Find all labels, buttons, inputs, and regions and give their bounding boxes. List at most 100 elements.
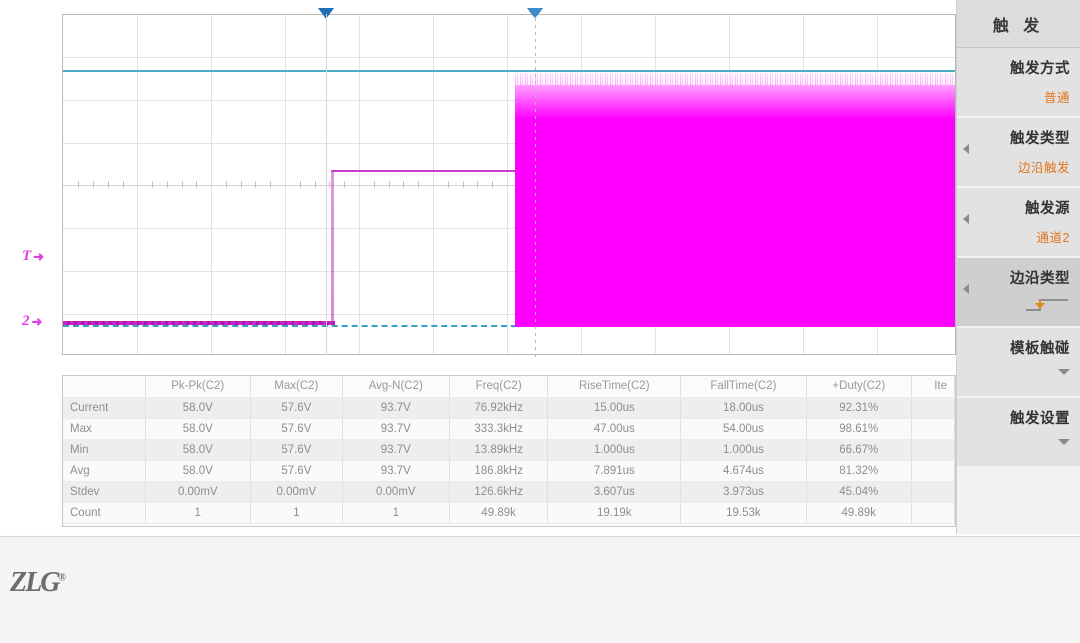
axis-tick bbox=[152, 181, 153, 188]
cell: 58.0V bbox=[145, 439, 251, 460]
waveform-trace-mid bbox=[331, 170, 517, 172]
row-label: Min bbox=[63, 439, 145, 460]
menu-item-edge-type[interactable]: 边沿类型 bbox=[957, 258, 1080, 328]
chevron-left-icon bbox=[963, 214, 969, 224]
oscilloscope-screen: T ➜ 2 ➜ Pk-Pk(C2) Max(C2) Avg-N(C2) Freq… bbox=[0, 0, 1080, 643]
trigger-level-marker[interactable]: T ➜ bbox=[22, 248, 44, 265]
sidebar-title: 触 发 bbox=[957, 0, 1080, 48]
brand-logo: ZLG® bbox=[6, 551, 68, 615]
table-row[interactable]: Max 58.0V 57.6V 93.7V 333.3kHz 47.00us 5… bbox=[63, 418, 955, 439]
table-row[interactable]: Avg 58.0V 57.6V 93.7V 186.8kHz 7.891us 4… bbox=[63, 460, 955, 481]
cell: 126.6kHz bbox=[449, 481, 548, 502]
menu-item-value: 普通 bbox=[1044, 87, 1070, 106]
axis-tick bbox=[403, 181, 404, 188]
axis-tick bbox=[241, 181, 242, 188]
table-row[interactable]: Count 1 1 1 49.89k 19.19k 19.53k 49.89k bbox=[63, 502, 955, 523]
chevron-down-icon bbox=[1058, 369, 1070, 375]
cell: 81.32% bbox=[806, 460, 911, 481]
axis-tick bbox=[226, 181, 227, 188]
cell: 93.7V bbox=[342, 418, 449, 439]
waveform-display-area[interactable]: T ➜ 2 ➜ Pk-Pk(C2) Max(C2) Avg-N(C2) Freq… bbox=[0, 0, 956, 534]
marker-bar[interactable] bbox=[62, 8, 956, 18]
cell: 57.6V bbox=[251, 397, 343, 418]
axis-tick bbox=[389, 181, 390, 188]
arrow-right-icon: ➜ bbox=[33, 249, 44, 265]
trigger-level-line[interactable] bbox=[63, 70, 955, 72]
gridline-h bbox=[63, 57, 955, 58]
table-row[interactable]: Min 58.0V 57.6V 93.7V 13.89kHz 1.000us 1… bbox=[63, 439, 955, 460]
trigger-menu-sidebar[interactable]: 触 发 触发方式 普通 触发类型 边沿触发 触发源 通道2 边沿类型 bbox=[956, 0, 1080, 534]
col-header bbox=[63, 376, 145, 397]
col-header: Ite bbox=[911, 376, 954, 397]
cell: 1.000us bbox=[548, 439, 681, 460]
cell: 1 bbox=[342, 502, 449, 523]
cell: 7.891us bbox=[548, 460, 681, 481]
menu-item-label: 模板触碰 bbox=[1010, 337, 1070, 358]
menu-item-label: 触发方式 bbox=[1010, 57, 1070, 78]
row-label: Stdev bbox=[63, 481, 145, 502]
cell: 3.607us bbox=[548, 481, 681, 502]
col-header: Freq(C2) bbox=[449, 376, 548, 397]
col-header: +Duty(C2) bbox=[806, 376, 911, 397]
cell bbox=[911, 439, 954, 460]
menu-item-value: 边沿触发 bbox=[1018, 157, 1070, 176]
registered-mark-icon: ® bbox=[58, 573, 63, 584]
channel2-ground-marker[interactable]: 2 ➜ bbox=[22, 313, 42, 330]
cell: 66.67% bbox=[806, 439, 911, 460]
cell: 57.6V bbox=[251, 439, 343, 460]
row-label: Max bbox=[63, 418, 145, 439]
table-header-row: Pk-Pk(C2) Max(C2) Avg-N(C2) Freq(C2) Ris… bbox=[63, 376, 955, 397]
logo-text: ZLG bbox=[10, 567, 58, 598]
waveform-trace-low bbox=[63, 321, 335, 325]
row-label: Count bbox=[63, 502, 145, 523]
cell: 333.3kHz bbox=[449, 418, 548, 439]
menu-item-trigger-settings[interactable]: 触发设置 bbox=[957, 398, 1080, 468]
axis-tick bbox=[270, 181, 271, 188]
table-row[interactable]: Stdev 0.00mV 0.00mV 0.00mV 126.6kHz 3.60… bbox=[63, 481, 955, 502]
cell: 13.89kHz bbox=[449, 439, 548, 460]
axis-tick bbox=[448, 181, 449, 188]
cell: 57.6V bbox=[251, 418, 343, 439]
cell: 15.00us bbox=[548, 397, 681, 418]
axis-tick bbox=[123, 181, 124, 188]
menu-item-trigger-type[interactable]: 触发类型 边沿触发 bbox=[957, 118, 1080, 188]
rising-edge-icon bbox=[1024, 296, 1070, 319]
cell: 58.0V bbox=[145, 418, 251, 439]
cell: 76.92kHz bbox=[449, 397, 548, 418]
cell: 18.00us bbox=[681, 397, 807, 418]
cell: 3.973us bbox=[681, 481, 807, 502]
waveform-grid[interactable] bbox=[62, 14, 956, 355]
menu-item-trigger-source[interactable]: 触发源 通道2 bbox=[957, 188, 1080, 258]
axis-tick bbox=[477, 181, 478, 188]
col-header: FallTime(C2) bbox=[681, 376, 807, 397]
trigger-position-line bbox=[326, 14, 327, 355]
cell: 19.53k bbox=[681, 502, 807, 523]
measurement-table[interactable]: Pk-Pk(C2) Max(C2) Avg-N(C2) Freq(C2) Ris… bbox=[62, 375, 956, 527]
cell: 4.674us bbox=[681, 460, 807, 481]
channel2-ground-marker-label: 2 bbox=[22, 313, 30, 330]
axis-tick bbox=[418, 181, 419, 188]
axis-tick bbox=[167, 181, 168, 188]
menu-item-label: 边沿类型 bbox=[1010, 267, 1070, 288]
cell: 92.31% bbox=[806, 397, 911, 418]
cell bbox=[911, 502, 954, 523]
cell: 1.000us bbox=[681, 439, 807, 460]
axis-tick bbox=[196, 181, 197, 188]
axis-tick bbox=[108, 181, 109, 188]
cell: 186.8kHz bbox=[449, 460, 548, 481]
table-row[interactable]: Current 58.0V 57.6V 93.7V 76.92kHz 15.00… bbox=[63, 397, 955, 418]
cell: 49.89k bbox=[449, 502, 548, 523]
cell: 47.00us bbox=[548, 418, 681, 439]
axis-tick bbox=[463, 181, 464, 188]
cell bbox=[911, 460, 954, 481]
axis-tick bbox=[78, 181, 79, 188]
delay-position-line bbox=[535, 18, 536, 358]
axis-tick bbox=[492, 181, 493, 188]
menu-item-template-trigger[interactable]: 模板触碰 bbox=[957, 328, 1080, 398]
axis-tick bbox=[374, 181, 375, 188]
trigger-level-marker-label: T bbox=[22, 248, 31, 265]
row-label: Current bbox=[63, 397, 145, 418]
cell: 0.00mV bbox=[342, 481, 449, 502]
menu-item-label: 触发类型 bbox=[1010, 127, 1070, 148]
menu-item-trigger-mode[interactable]: 触发方式 普通 bbox=[957, 48, 1080, 118]
